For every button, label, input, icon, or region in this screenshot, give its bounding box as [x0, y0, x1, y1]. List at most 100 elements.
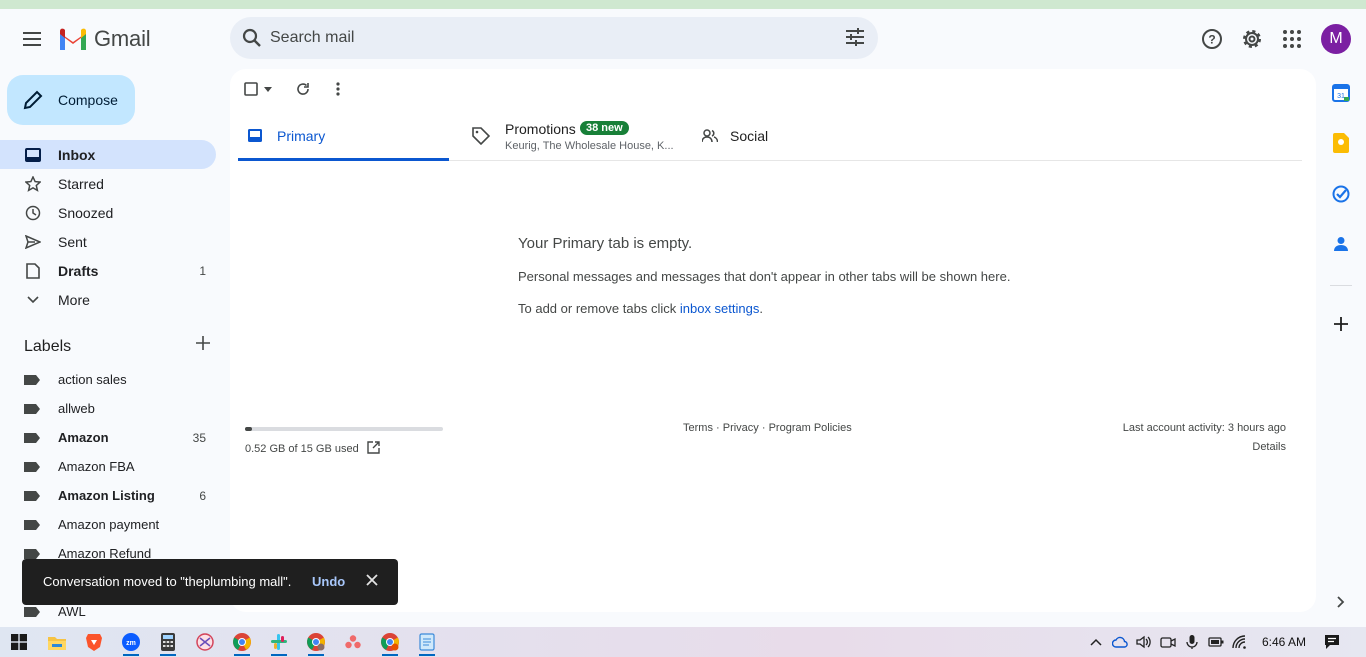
compose-label: Compose — [58, 92, 118, 108]
gmail-logo[interactable]: Gmail — [58, 26, 151, 52]
create-label-plus-icon[interactable] — [196, 336, 210, 355]
tab-label: Primary — [277, 128, 326, 144]
label-name: Amazon FBA — [58, 459, 135, 474]
details-link[interactable]: Details — [1123, 441, 1286, 453]
show-hidden-icons-chevron-icon[interactable] — [1088, 634, 1104, 650]
label-item[interactable]: action sales — [0, 365, 216, 394]
sidebar-item-inbox[interactable]: Inbox — [0, 140, 216, 169]
keep-icon[interactable] — [1330, 132, 1352, 154]
tab-label: Promotions — [505, 121, 576, 137]
snipping-tool-icon[interactable] — [195, 632, 215, 652]
search-options-icon[interactable] — [846, 28, 864, 51]
more-vert-icon[interactable] — [336, 82, 340, 96]
select-checkbox[interactable] — [244, 82, 258, 96]
volume-icon[interactable] — [1136, 634, 1152, 650]
search-icon[interactable] — [242, 28, 262, 53]
labels-title: Labels — [24, 338, 72, 355]
label-name: Amazon Listing — [58, 488, 155, 503]
inbox-settings-link[interactable]: inbox settings — [680, 301, 760, 316]
header: Gmail ? M — [0, 9, 1366, 69]
label-tag-icon — [24, 606, 40, 617]
terms-link[interactable]: Terms — [683, 422, 713, 434]
tab-social[interactable]: Social — [700, 115, 900, 161]
label-tag-icon — [24, 374, 40, 385]
zoom-app-icon[interactable]: zm — [121, 632, 141, 656]
contacts-icon[interactable] — [1330, 233, 1352, 255]
microphone-icon[interactable] — [1184, 634, 1200, 650]
inbox-icon — [248, 129, 262, 142]
gmail-m-icon — [60, 28, 86, 50]
brave-browser-icon[interactable] — [84, 632, 104, 652]
account-activity: Last account activity: 3 hours ago Detai… — [1123, 422, 1286, 453]
sidebar-item-more[interactable]: More — [0, 285, 216, 314]
privacy-link[interactable]: Privacy — [723, 422, 759, 434]
wifi-icon[interactable] — [1232, 634, 1248, 650]
camera-icon[interactable] — [1160, 634, 1176, 650]
notepad-icon[interactable] — [417, 632, 437, 656]
google-apps-icon[interactable] — [1280, 27, 1304, 51]
compose-button[interactable]: Compose — [7, 75, 135, 125]
account-avatar[interactable]: M — [1321, 24, 1351, 54]
sidebar-item-snoozed[interactable]: Snoozed — [0, 198, 216, 227]
select-dropdown-icon[interactable] — [264, 86, 272, 92]
onedrive-cloud-icon[interactable] — [1112, 634, 1128, 650]
expand-side-panel-chevron-icon[interactable] — [1330, 591, 1352, 613]
label-item[interactable]: Amazon Listing 6 — [0, 481, 216, 510]
new-count-badge: 38 new — [580, 121, 629, 135]
calendar-icon[interactable]: 31 — [1330, 82, 1352, 104]
close-icon[interactable] — [366, 574, 378, 589]
browser-top-strip — [0, 0, 1366, 9]
checkbox-icon — [244, 82, 258, 96]
empty-action-prefix: To add or remove tabs click — [518, 301, 680, 316]
category-tabs: Primary Promotions 38 new Keurig, The Wh… — [238, 115, 1302, 161]
sidebar-item-sent[interactable]: Sent — [0, 227, 216, 256]
battery-icon[interactable] — [1208, 634, 1224, 650]
label-tag-icon — [24, 432, 40, 443]
windows-start-icon[interactable] — [9, 632, 29, 652]
label-name: action sales — [58, 372, 127, 387]
separator: · — [758, 422, 769, 434]
tab-primary[interactable]: Primary — [238, 115, 449, 161]
label-tag-icon — [24, 403, 40, 414]
tab-promotions[interactable]: Promotions 38 new Keurig, The Wholesale … — [470, 115, 696, 161]
footer-links: Terms · Privacy · Program Policies — [683, 422, 852, 434]
empty-title: Your Primary tab is empty. — [518, 235, 693, 252]
calculator-icon[interactable] — [158, 632, 178, 656]
label-item[interactable]: allweb — [0, 394, 216, 423]
search-bar — [230, 17, 878, 59]
main-menu-button[interactable] — [18, 25, 46, 53]
file-explorer-icon[interactable] — [47, 632, 67, 652]
label-item[interactable]: Amazon payment — [0, 510, 216, 539]
notifications-icon[interactable] — [1324, 634, 1340, 650]
help-icon[interactable]: ? — [1200, 27, 1224, 51]
empty-description: Personal messages and messages that don'… — [518, 269, 1011, 284]
open-in-new-icon[interactable] — [367, 441, 380, 457]
slack-icon[interactable] — [269, 632, 289, 656]
app-name: Gmail — [94, 26, 151, 51]
label-item[interactable]: Amazon FBA — [0, 452, 216, 481]
program-policies-link[interactable]: Program Policies — [769, 422, 852, 434]
asana-icon[interactable] — [343, 632, 363, 652]
refresh-icon[interactable] — [296, 82, 310, 96]
sidebar-item-label: Sent — [58, 233, 87, 250]
chrome-profile-icon[interactable] — [306, 632, 326, 656]
search-input[interactable] — [270, 17, 830, 59]
toolbar — [244, 79, 340, 99]
sidebar-item-label: Snoozed — [58, 204, 114, 221]
get-addons-plus-icon[interactable] — [1330, 313, 1352, 335]
separator: · — [712, 422, 723, 434]
sidebar-item-drafts[interactable]: Drafts 1 — [0, 256, 216, 285]
chrome-profile-2-icon[interactable] — [380, 632, 400, 656]
label-name: Amazon — [58, 430, 109, 445]
chrome-icon[interactable] — [232, 632, 252, 656]
label-tag-icon — [24, 519, 40, 530]
settings-gear-icon[interactable] — [1240, 27, 1264, 51]
undo-button[interactable]: Undo — [312, 574, 345, 589]
tasks-icon[interactable] — [1330, 183, 1352, 205]
taskbar-clock[interactable]: 6:46 AM — [1262, 635, 1306, 649]
label-item[interactable]: Amazon 35 — [0, 423, 216, 452]
sidebar-item-starred[interactable]: Starred — [0, 169, 216, 198]
label-count: 35 — [192, 430, 206, 445]
side-panel-divider — [1330, 285, 1352, 286]
empty-state: Your Primary tab is empty. Personal mess… — [518, 235, 1010, 316]
